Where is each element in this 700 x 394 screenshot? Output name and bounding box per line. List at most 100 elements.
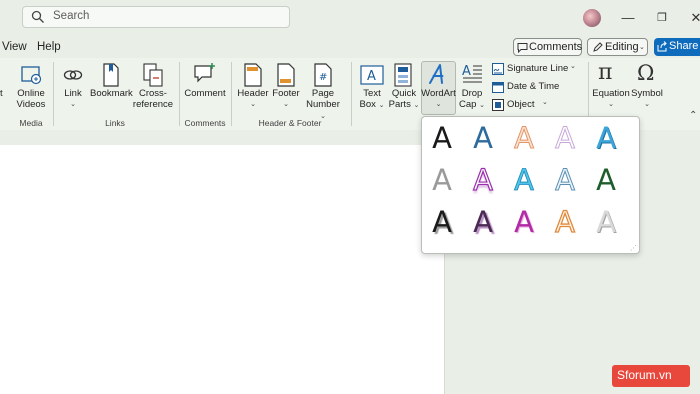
bookmark-button[interactable]: Bookmark	[90, 88, 133, 99]
text-box-label-1: Text	[363, 88, 381, 99]
link-label: Link	[64, 88, 82, 99]
online-videos-label-2: Videos	[16, 99, 46, 110]
comment-icon	[517, 43, 528, 53]
chevron-down-icon: ⌄	[413, 102, 420, 109]
footer-icon	[277, 63, 295, 87]
calendar-icon	[492, 82, 504, 93]
watermark-logo: Sforum.vn	[612, 365, 690, 387]
cross-reference-button[interactable]: Cross- reference	[132, 88, 174, 110]
footer-label: Footer	[272, 88, 300, 99]
chevron-down-icon: ⌄	[70, 101, 76, 108]
comments-button[interactable]: Comments	[513, 38, 582, 56]
chevron-down-icon: ⌄	[283, 101, 289, 108]
wordart-style-12[interactable]: A	[468, 204, 498, 240]
close-button[interactable]: ✕	[686, 8, 700, 28]
page-number-icon: #	[314, 63, 332, 87]
wordart-style-1[interactable]: A	[427, 120, 457, 156]
chevron-down-icon: ⌄	[435, 101, 442, 108]
wordart-style-6[interactable]: A	[427, 162, 457, 198]
text-box-icon: A	[360, 65, 384, 85]
wordart-style-3[interactable]: A	[509, 120, 539, 156]
group-comments-label: Comments	[184, 118, 226, 128]
cross-reference-label-1: Cross-	[139, 88, 167, 99]
wordart-style-13[interactable]: A	[509, 204, 539, 240]
ribbon-separator	[351, 62, 352, 126]
share-button[interactable]: Share	[654, 38, 700, 56]
wordart-style-8[interactable]: A	[509, 162, 539, 198]
chevron-down-icon: ⌄	[250, 101, 256, 108]
wordart-style-10[interactable]: A	[591, 162, 621, 198]
cross-reference-icon	[143, 63, 163, 87]
text-box-button[interactable]: Text Box ⌄	[356, 88, 388, 111]
svg-text:#: #	[319, 72, 327, 83]
chevron-down-icon: ⌄	[479, 102, 485, 109]
drop-cap-label-2: Cap	[459, 99, 477, 110]
chevron-down-icon: ⌄	[378, 102, 385, 109]
drop-cap-button[interactable]: Drop Cap ⌄	[458, 88, 486, 111]
page-number-button[interactable]: Page Number ⌄	[302, 88, 344, 122]
object-button[interactable]: Object ⌄	[491, 98, 551, 113]
wordart-style-9[interactable]: A	[550, 162, 580, 198]
symbol-button[interactable]: Symbol ⌄	[630, 88, 664, 110]
signature-line-button[interactable]: Signature Line ⌄	[491, 62, 583, 77]
quick-parts-button[interactable]: Quick Parts ⌄	[388, 88, 420, 111]
avatar[interactable]	[583, 9, 601, 27]
wordart-style-7[interactable]: A	[468, 162, 498, 198]
footer-button[interactable]: Footer ⌄	[270, 88, 302, 110]
signature-line-icon	[492, 63, 504, 75]
tab-view[interactable]: View	[2, 41, 27, 53]
search-icon	[31, 10, 44, 23]
header-button[interactable]: Header ⌄	[236, 88, 270, 110]
new-comment-icon	[194, 63, 215, 83]
date-time-label: Date & Time	[507, 81, 560, 92]
resize-grip-icon[interactable]: ⋰	[630, 244, 637, 252]
group-links-label: Links	[105, 118, 125, 128]
svg-text:A: A	[462, 64, 471, 79]
document-page[interactable]	[0, 145, 444, 394]
group-header-footer-label: Header & Footer	[258, 118, 322, 128]
object-icon	[492, 99, 504, 111]
collapse-ribbon-icon[interactable]: ⌃	[689, 111, 700, 121]
chevron-down-icon: ⌄	[570, 63, 576, 70]
chevron-down-icon: ⌄	[644, 101, 650, 108]
drop-cap-icon: A	[462, 64, 482, 83]
wordart-style-11[interactable]: A	[427, 204, 457, 240]
editing-mode-button[interactable]: Editing ⌄	[587, 38, 648, 56]
object-label: Object	[507, 99, 535, 110]
wordart-style-15[interactable]: A	[591, 204, 621, 240]
wordart-style-2[interactable]: A	[468, 120, 498, 156]
watermark-text: Sforum.vn	[617, 368, 672, 382]
wordart-style-4[interactable]: A	[550, 120, 580, 156]
cross-reference-label-2: reference	[132, 99, 174, 110]
chevron-down-icon: ⌄	[608, 101, 614, 108]
wordart-style-14[interactable]: A	[550, 204, 580, 240]
wordart-label-wrap: WordArt ⌄	[420, 88, 457, 110]
group-media-label: Media	[19, 118, 43, 128]
online-videos-label-1: Online	[17, 88, 45, 99]
link-icon	[63, 70, 83, 80]
equation-label: Equation	[592, 88, 630, 99]
maximize-button[interactable]: ❐	[652, 8, 672, 28]
search-box[interactable]: Search	[22, 6, 290, 28]
symbol-label: Symbol	[631, 88, 663, 99]
chevron-down-icon: ⌄	[639, 44, 645, 51]
minimize-button[interactable]: —	[618, 8, 638, 28]
date-time-button[interactable]: Date & Time	[491, 80, 561, 95]
wordart-icon	[429, 64, 444, 84]
header-icon	[244, 63, 262, 87]
header-label: Header	[237, 88, 269, 99]
equation-button[interactable]: Equation ⌄	[590, 88, 632, 110]
ribbon-cut-label: t	[0, 88, 3, 99]
online-videos-button[interactable]: Online Videos	[12, 88, 50, 110]
wordart-style-5[interactable]: A	[591, 120, 621, 156]
share-icon	[657, 41, 667, 52]
svg-text:A: A	[367, 69, 376, 84]
link-button[interactable]: Link ⌄	[60, 88, 86, 110]
page-number-label-1: Page	[311, 88, 335, 99]
search-placeholder: Search	[53, 10, 90, 22]
tab-help[interactable]: Help	[37, 41, 61, 53]
pencil-icon	[593, 42, 603, 52]
comment-button[interactable]: Comment	[183, 88, 227, 99]
online-video-icon	[21, 66, 42, 85]
drop-cap-label-1: Drop	[461, 88, 483, 99]
